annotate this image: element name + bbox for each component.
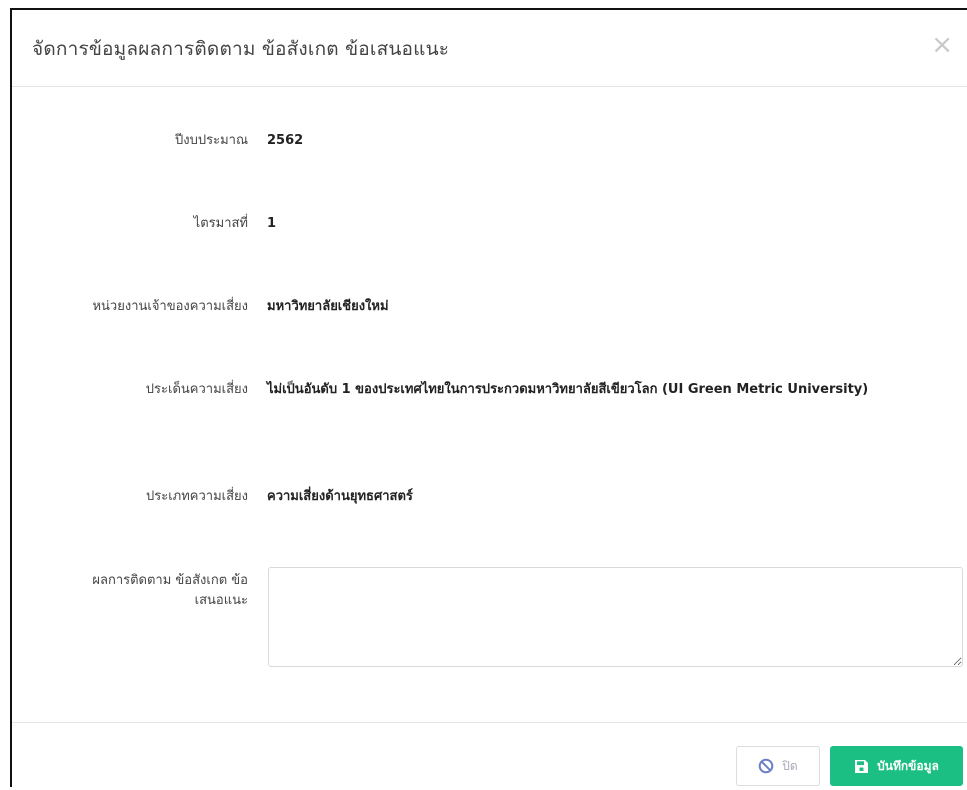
modal-header: จัดการข้อมูลผลการติดตาม ข้อสังเกต ข้อเสน… <box>12 10 967 87</box>
risk-type-value: ความเสี่ยงด้านยุทธศาสตร์ <box>267 489 413 504</box>
risk-issue-label: ประเด็นความเสี่ยง <box>145 382 248 397</box>
close-button-label: ปิด <box>782 758 798 773</box>
ban-icon <box>758 758 774 774</box>
risk-issue-value: ไม่เป็นอันดับ 1 ของประเทศไทยในการประกวดม… <box>267 382 869 397</box>
risk-owner-value: มหาวิทยาลัยเชียงใหม่ <box>267 299 389 314</box>
follow-up-label: ผลการติดตาม ข้อสังเกต ข้อ เสนอแนะ <box>18 571 248 611</box>
close-icon[interactable]: × <box>931 32 953 58</box>
fiscal-year-label: ปีงบประมาณ <box>175 133 248 148</box>
risk-owner-label: หน่วยงานเจ้าของความเสี่ยง <box>92 299 248 314</box>
modal-dialog: จัดการข้อมูลผลการติดตาม ข้อสังเกต ข้อเสน… <box>10 8 967 787</box>
floppy-disk-icon <box>854 759 869 774</box>
quarter-value: 1 <box>267 216 277 231</box>
save-button-label: บันทึกข้อมูล <box>877 758 939 773</box>
modal-title: จัดการข้อมูลผลการติดตาม ข้อสังเกต ข้อเสน… <box>32 38 450 60</box>
save-button[interactable]: บันทึกข้อมูล <box>830 746 963 786</box>
follow-up-label-line1: ผลการติดตาม ข้อสังเกต ข้อ <box>92 573 248 588</box>
quarter-label: ไตรมาสที่ <box>193 216 248 231</box>
risk-type-label: ประเภทความเสี่ยง <box>145 489 248 504</box>
close-button[interactable]: ปิด <box>736 746 820 786</box>
fiscal-year-value: 2562 <box>267 133 304 148</box>
follow-up-label-line2: เสนอแนะ <box>194 593 248 608</box>
follow-up-textarea[interactable] <box>268 567 963 667</box>
modal-footer: ปิด บันทึกข้อมูล <box>12 722 967 790</box>
